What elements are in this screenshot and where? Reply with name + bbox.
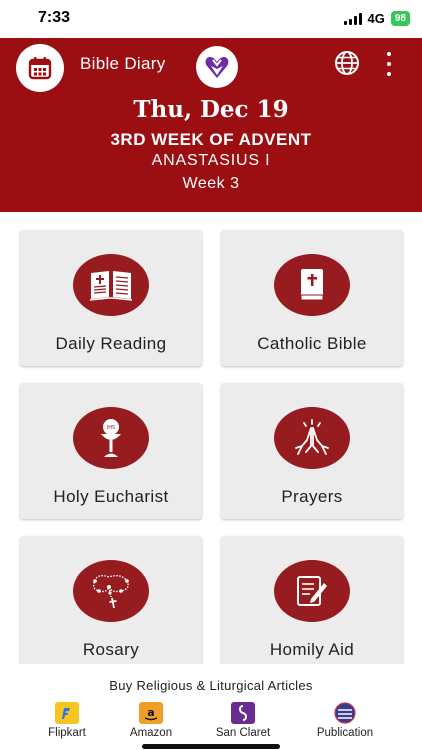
holy-eucharist-icon-circle: IHS — [73, 407, 149, 469]
rosary-label: Rosary — [82, 640, 140, 659]
heart-logo-icon — [205, 57, 229, 78]
publication-label: Publication — [316, 727, 374, 739]
praying-hands-icon — [295, 419, 329, 455]
week-label: Week 3 — [182, 175, 240, 192]
status-indicators: 4G 98 — [343, 11, 410, 26]
holy-eucharist-card[interactable]: IHS Holy Eucharist — [20, 383, 202, 519]
open-book-icon — [89, 271, 133, 301]
catholic-bible-label: Catholic Bible — [257, 334, 367, 353]
more-options-button[interactable] — [378, 50, 400, 78]
prayers-label: Prayers — [281, 487, 343, 506]
prayers-icon-circle — [274, 407, 350, 469]
chalice-host-icon: IHS — [101, 419, 121, 457]
bible-icon — [300, 269, 324, 301]
daily-reading-icon-circle — [73, 254, 149, 316]
calendar-button[interactable] — [16, 44, 64, 92]
signal-icon — [343, 12, 362, 25]
calendar-icon — [28, 57, 52, 80]
app-logo[interactable] — [196, 46, 238, 88]
catholic-bible-card[interactable]: Catholic Bible — [221, 230, 403, 366]
shop-bar: Buy Religious & Liturgical Articles Flip… — [0, 664, 422, 750]
amazon-label: Amazon — [129, 727, 173, 739]
flipkart-label: Flipkart — [48, 727, 86, 739]
amazon-icon: a — [139, 702, 163, 724]
app-header: Bible Diary Thu, Dec 19 3RD WEEK OF ADVE… — [0, 38, 422, 212]
saint-of-day: ANASTASIUS I — [151, 152, 271, 169]
flipkart-link[interactable]: Flipkart — [27, 702, 107, 739]
battery-icon: 98 — [390, 11, 410, 26]
more-vertical-icon — [387, 52, 391, 56]
catholic-bible-icon-circle — [274, 254, 350, 316]
rosary-card[interactable]: Rosary — [20, 536, 202, 672]
liturgical-season: 3RD WEEK OF ADVENT — [110, 130, 312, 149]
network-type: 4G — [367, 11, 385, 26]
rosary-icon — [92, 574, 129, 609]
daily-reading-card[interactable]: Daily Reading — [20, 230, 202, 366]
current-date[interactable]: Thu, Dec 19 — [0, 96, 422, 123]
daily-reading-label: Daily Reading — [55, 334, 167, 353]
app-title: Bible Diary — [80, 54, 166, 73]
san-claret-icon — [231, 702, 255, 724]
san-claret-link[interactable]: San Claret — [203, 702, 283, 739]
status-time: 7:33 — [38, 9, 71, 26]
prayers-card[interactable]: Prayers — [221, 383, 403, 519]
homily-aid-label: Homily Aid — [269, 640, 355, 659]
svg-text:a: a — [147, 706, 154, 719]
homily-aid-card[interactable]: Homily Aid — [221, 536, 403, 672]
globe-icon — [335, 51, 359, 75]
amazon-link[interactable]: a Amazon — [111, 702, 191, 739]
shop-title: Buy Religious & Liturgical Articles — [109, 678, 313, 693]
language-button[interactable] — [332, 48, 362, 78]
publication-link[interactable]: Publication — [305, 702, 385, 739]
status-bar: 7:33 4G 98 — [0, 0, 422, 38]
san-claret-label: San Claret — [215, 727, 271, 739]
home-indicator[interactable] — [142, 744, 280, 749]
homily-aid-icon-circle — [274, 560, 350, 622]
svg-text:IHS: IHS — [107, 425, 115, 431]
holy-eucharist-label: Holy Eucharist — [53, 487, 169, 506]
publication-icon — [333, 702, 357, 724]
rosary-icon-circle — [73, 560, 149, 622]
flipkart-icon — [55, 702, 79, 724]
notepad-pen-icon — [297, 576, 327, 606]
